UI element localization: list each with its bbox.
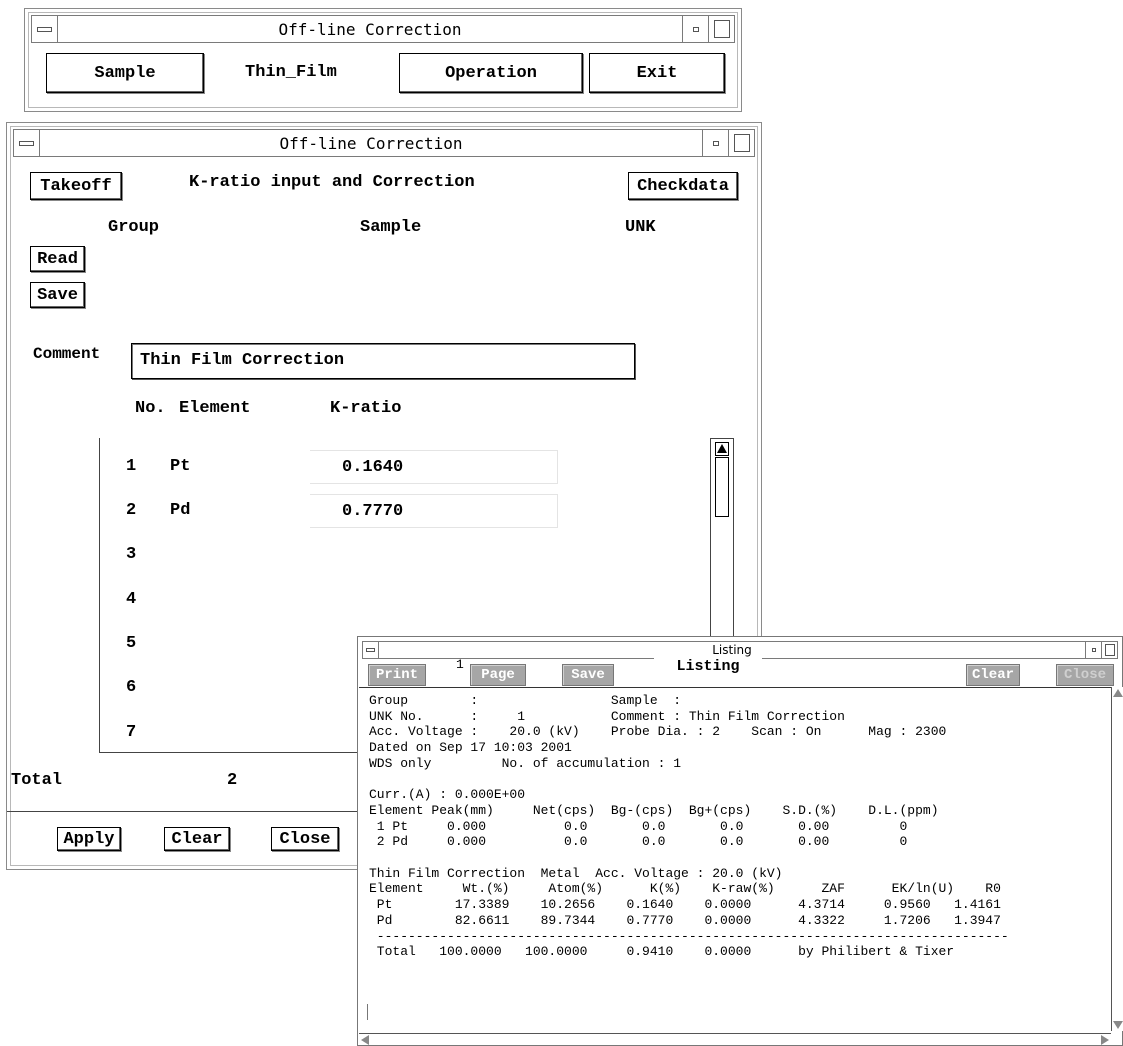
listing-line: Total 100.0000 100.0000 0.9410 0.0000 by… xyxy=(369,944,955,960)
scroll-up-icon[interactable] xyxy=(1113,689,1123,697)
column-header-kratio: K-ratio xyxy=(330,399,402,418)
maximize-icon[interactable] xyxy=(1101,642,1117,658)
minimize-icon[interactable] xyxy=(682,16,708,42)
total-value: 2 xyxy=(227,771,238,790)
listing-line: Pd 82.6611 89.7344 0.7770 0.0000 4.3322 … xyxy=(369,912,1001,928)
apply-button[interactable]: Apply xyxy=(57,827,121,851)
listing-line: WDS only No. of accumulation : 1 xyxy=(369,755,682,771)
comment-value: Thin Film Correction xyxy=(140,351,345,370)
clear-button[interactable]: Clear xyxy=(164,827,230,851)
total-label: Total xyxy=(11,771,63,790)
window-menu-icon[interactable] xyxy=(14,130,40,156)
comment-label: Comment xyxy=(33,345,101,363)
kratio-input[interactable]: 0.1640 xyxy=(310,450,558,484)
column-header-no: No. xyxy=(135,399,166,418)
row-no: 5 xyxy=(126,634,137,653)
title-bar[interactable]: Listing xyxy=(362,641,1118,659)
listing-line xyxy=(369,772,1009,788)
row-no: 3 xyxy=(126,545,137,564)
listing-line xyxy=(369,850,1009,866)
scroll-right-icon[interactable] xyxy=(1101,1035,1109,1045)
scroll-down-icon[interactable] xyxy=(1113,1021,1123,1029)
window-title: Off-line Correction xyxy=(278,19,462,39)
page-button[interactable]: Page xyxy=(470,664,526,686)
clear-button[interactable]: Clear xyxy=(966,664,1020,686)
minimize-icon[interactable] xyxy=(702,130,728,156)
row-no: 6 xyxy=(126,678,137,697)
operation-button[interactable]: Operation xyxy=(399,53,583,93)
kratio-value: 0.7770 xyxy=(342,502,404,521)
maximize-icon[interactable] xyxy=(728,130,754,156)
read-button[interactable]: Read xyxy=(30,246,85,272)
maximize-icon[interactable] xyxy=(708,16,734,42)
panel-heading: K-ratio input and Correction xyxy=(189,173,475,192)
listing-line: ----------------------------------------… xyxy=(369,928,1009,944)
column-header-element: Element xyxy=(179,399,251,418)
listing-horizontal-scrollbar[interactable] xyxy=(359,1033,1111,1045)
listing-line: 1 Pt 0.000 0.0 0.0 0.0 0.00 0 xyxy=(369,818,908,834)
listing-area[interactable]: Group : Sample : UNK No. : 1 Comment : Th… xyxy=(359,687,1111,1032)
close-button[interactable]: Close xyxy=(271,827,339,851)
sample-button[interactable]: Sample xyxy=(46,53,204,93)
scroll-up-icon[interactable] xyxy=(715,442,729,456)
save-button[interactable]: Save xyxy=(30,282,85,308)
listing-line: Pt 17.3389 10.2656 0.1640 0.0000 4.3714 … xyxy=(369,897,1001,913)
title-bar[interactable]: Off-line Correction xyxy=(13,129,755,157)
listing-line: UNK No. : 1 Comment : Thin Film Correcti… xyxy=(369,708,845,724)
listing-line: Group : Sample : xyxy=(369,693,682,708)
listing-text: Group : Sample : UNK No. : 1 Comment : Th… xyxy=(369,693,1009,960)
listing-line: Acc. Voltage : 20.0 (kV) Probe Dia. : 2 … xyxy=(369,724,947,740)
scroll-thumb[interactable] xyxy=(715,457,729,517)
exit-button[interactable]: Exit xyxy=(589,53,725,93)
row-no: 7 xyxy=(126,723,137,742)
takeoff-button[interactable]: Takeoff xyxy=(30,172,122,200)
mode-label: Thin_Film xyxy=(245,63,337,82)
window-title: Listing xyxy=(712,643,752,657)
kratio-input[interactable]: 0.7770 xyxy=(310,494,558,528)
listing-line: Element Wt.(%) Atom(%) K(%) K-raw(%) ZAF… xyxy=(369,881,1001,897)
title-bar[interactable]: Off-line Correction xyxy=(31,15,735,43)
row-no: 2 xyxy=(126,501,137,520)
sample-label: Sample xyxy=(360,218,422,237)
listing-tab[interactable]: Listing xyxy=(654,658,762,675)
text-cursor xyxy=(367,1004,368,1020)
comment-input[interactable]: Thin Film Correction xyxy=(131,343,635,379)
print-button[interactable]: Print xyxy=(368,664,426,686)
row-no: 1 xyxy=(126,457,137,476)
checkdata-button[interactable]: Checkdata xyxy=(628,172,738,200)
listing-line: Curr.(A) : 0.000E+00 xyxy=(369,787,526,803)
scroll-left-icon[interactable] xyxy=(361,1035,369,1045)
save-button[interactable]: Save xyxy=(562,664,614,686)
kratio-value: 0.1640 xyxy=(342,458,404,477)
listing-line: Thin Film Correction Metal Acc. Voltage … xyxy=(369,865,783,881)
close-button[interactable]: Close xyxy=(1056,664,1114,686)
row-no: 4 xyxy=(126,590,137,609)
window-menu-icon[interactable] xyxy=(363,642,379,658)
unk-label: UNK xyxy=(625,218,656,237)
page-number: 1 xyxy=(456,657,464,672)
minimize-icon[interactable] xyxy=(1085,642,1101,658)
listing-window: Listing Print 1 Page Save Listing Clear … xyxy=(357,636,1123,1046)
listing-line: Element Peak(mm) Net(cps) Bg-(cps) Bg+(c… xyxy=(369,802,939,818)
row-element: Pt xyxy=(170,457,191,476)
listing-vertical-scrollbar[interactable] xyxy=(1111,687,1123,1031)
row-element: Pd xyxy=(170,501,191,520)
group-label: Group xyxy=(108,218,160,237)
window-menu-icon[interactable] xyxy=(32,16,58,42)
window-title: Off-line Correction xyxy=(279,133,463,153)
top-window: Off-line Correction Sample Thin_Film Ope… xyxy=(24,8,742,112)
listing-line: 2 Pd 0.000 0.0 0.0 0.0 0.00 0 xyxy=(369,834,908,850)
listing-line: Dated on Sep 17 10:03 2001 xyxy=(369,740,572,756)
